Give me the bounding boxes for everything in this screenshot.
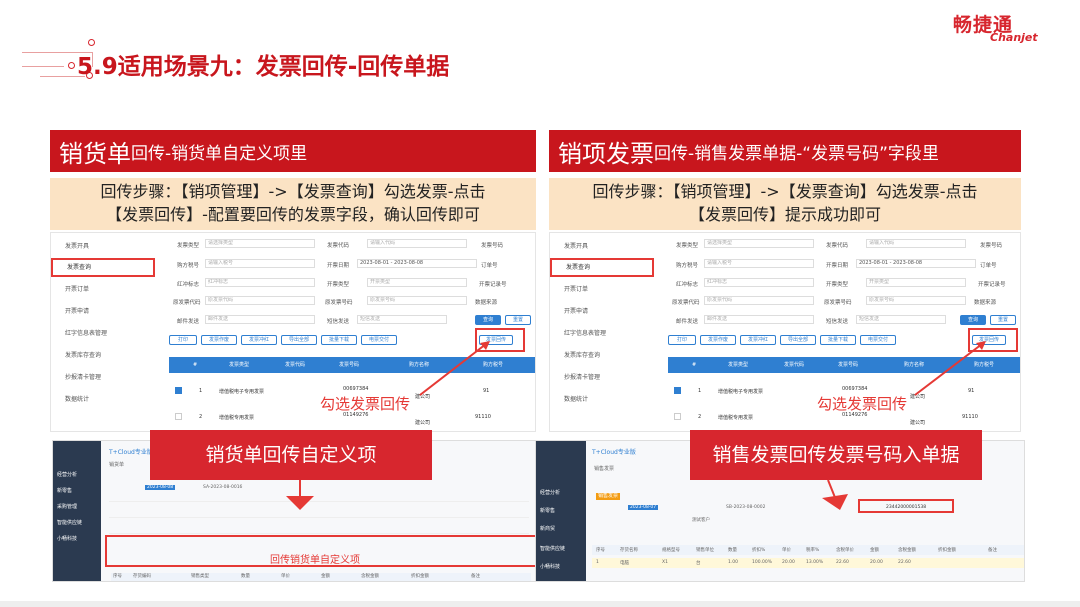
right-down-arrow — [822, 479, 848, 510]
bottom-bar — [0, 601, 1080, 607]
